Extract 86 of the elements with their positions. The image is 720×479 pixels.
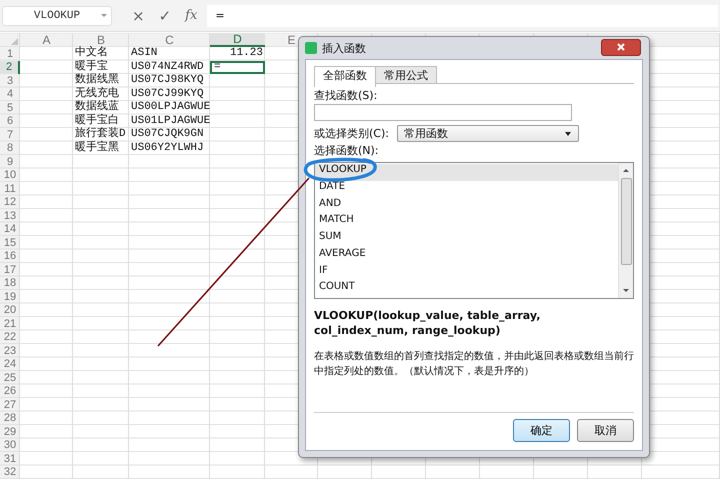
list-item[interactable]: AND bbox=[315, 198, 618, 214]
row-header[interactable]: 2 bbox=[0, 60, 20, 74]
select-all-icon[interactable] bbox=[11, 38, 18, 45]
row-header[interactable]: 24 bbox=[0, 358, 20, 371]
table-cell-text: 中文名 bbox=[74, 47, 109, 60]
formula-field[interactable]: = bbox=[207, 4, 718, 26]
table-cell-text: ASIN bbox=[130, 47, 158, 60]
list-item[interactable]: VLOOKUP bbox=[315, 164, 618, 181]
row-header[interactable]: 22 bbox=[0, 330, 20, 344]
row-header[interactable]: 23 bbox=[0, 344, 20, 358]
table-cell-text: US07CJ98KYQ bbox=[130, 74, 205, 88]
row-header[interactable]: 25 bbox=[0, 371, 20, 384]
field-label: 查找函数(S): bbox=[314, 90, 378, 102]
row-header[interactable]: 20 bbox=[0, 304, 20, 317]
row-header[interactable]: 3 bbox=[0, 74, 20, 88]
row-header[interactable]: 12 bbox=[0, 196, 20, 209]
row-header[interactable]: 1 bbox=[0, 47, 20, 60]
cancel-button[interactable]: 取消 bbox=[577, 419, 634, 442]
row-header[interactable]: 6 bbox=[0, 114, 20, 128]
table-cell-text: 11.23 bbox=[228, 47, 264, 60]
search-field[interactable] bbox=[314, 104, 572, 121]
table-cell-text: 数据线蓝 bbox=[74, 101, 120, 114]
column-header[interactable]: B bbox=[73, 33, 129, 47]
field-label: 选择函数(N): bbox=[314, 145, 379, 157]
row-header[interactable]: 14 bbox=[0, 222, 20, 236]
app-logo-icon bbox=[305, 42, 317, 54]
table-cell-text: 暖手宝黑 bbox=[74, 142, 120, 155]
row-header[interactable]: 32 bbox=[0, 466, 20, 479]
tab[interactable]: 全部函数 bbox=[314, 66, 376, 87]
close-icon bbox=[617, 43, 625, 51]
dialog-title: 插入函数 bbox=[322, 40, 366, 56]
table-cell-text: US06Y2YLWHJ bbox=[130, 142, 205, 155]
column-header[interactable]: C bbox=[129, 33, 210, 47]
column-header[interactable]: A bbox=[20, 33, 73, 47]
list-item[interactable]: AVERAGE bbox=[315, 248, 618, 264]
caret-icon[interactable] bbox=[101, 14, 107, 16]
function-description: 在表格或数值数组的首列查找指定的数值，并由此返回表格或数组当前行中指定列处的数值。（默认情况下，表是升序的） bbox=[314, 350, 634, 379]
table-cell-text: 无线充电 bbox=[74, 88, 120, 100]
row-header[interactable]: 15 bbox=[0, 236, 20, 250]
ok-button[interactable]: 确定 bbox=[513, 419, 570, 442]
row-header[interactable]: 16 bbox=[0, 250, 20, 263]
scrollbar[interactable] bbox=[618, 163, 633, 298]
active-cell[interactable]: = bbox=[210, 60, 265, 74]
table-cell-text: US07CJ99KYQ bbox=[130, 88, 205, 101]
list-item[interactable]: MATCH bbox=[315, 214, 618, 231]
list-item[interactable]: COUNT bbox=[315, 281, 618, 298]
column-header[interactable]: D bbox=[210, 33, 265, 47]
row-header[interactable]: 29 bbox=[0, 425, 20, 438]
row-header[interactable]: 27 bbox=[0, 398, 20, 412]
row-header[interactable]: 19 bbox=[0, 290, 20, 304]
caret-icon bbox=[564, 132, 571, 136]
row-header[interactable]: 7 bbox=[0, 128, 20, 142]
table-cell-text: US00LPJAGWUE bbox=[130, 101, 210, 114]
row-header[interactable]: 5 bbox=[0, 101, 20, 114]
list-item[interactable]: SUM bbox=[315, 231, 618, 248]
row-header[interactable]: 9 bbox=[0, 155, 20, 168]
row-header[interactable]: 11 bbox=[0, 182, 20, 196]
category-dropdown[interactable]: 常用函数 bbox=[396, 125, 579, 142]
row-header[interactable]: 26 bbox=[0, 384, 20, 398]
row-header[interactable]: 13 bbox=[0, 209, 20, 222]
table-cell-text: 数据线黑 bbox=[74, 74, 120, 87]
table-cell-text: 旅行套装D bbox=[74, 128, 127, 140]
row-header[interactable]: 17 bbox=[0, 263, 20, 276]
close-button[interactable] bbox=[601, 39, 641, 56]
function-signature: VLOOKUP(lookup_value, table_array, col_index_num, range_lookup) bbox=[314, 308, 542, 338]
tab[interactable]: 常用公式 bbox=[375, 66, 437, 83]
name-box[interactable]: VLOOKUP bbox=[2, 6, 112, 26]
table-cell-text: US074NZ4RWD bbox=[130, 60, 205, 74]
row-header[interactable]: 18 bbox=[0, 276, 20, 290]
cancel-button[interactable]: × bbox=[128, 6, 149, 24]
row-header[interactable]: 28 bbox=[0, 412, 20, 425]
insert-function-button[interactable]: fx bbox=[181, 8, 202, 23]
row-header[interactable]: 10 bbox=[0, 168, 20, 182]
row-header[interactable]: 21 bbox=[0, 317, 20, 330]
list-item[interactable]: DATE bbox=[315, 180, 618, 198]
row-header[interactable]: 31 bbox=[0, 452, 20, 466]
row-header[interactable]: 8 bbox=[0, 142, 20, 155]
row-header[interactable]: 4 bbox=[0, 88, 20, 101]
field-label: 或选择类别(C): bbox=[314, 128, 389, 140]
row-header[interactable]: 30 bbox=[0, 438, 20, 452]
table-cell-text: 暖手宝白 bbox=[74, 114, 120, 127]
table-cell-text: US01LPJAGWUE bbox=[130, 114, 210, 128]
table-cell-text: US07CJQK9GN bbox=[130, 128, 205, 142]
list-item[interactable]: IF bbox=[315, 264, 618, 282]
enter-button[interactable]: ✓ bbox=[154, 6, 176, 24]
table-cell-text: 暖手宝 bbox=[74, 60, 109, 73]
